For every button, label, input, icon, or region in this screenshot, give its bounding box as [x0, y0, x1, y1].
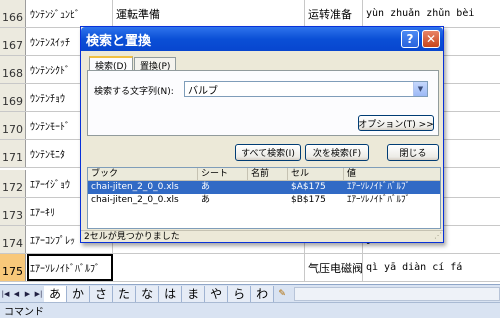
sheet-tab-na[interactable]: な	[136, 285, 160, 302]
result-sheet: あ	[201, 182, 211, 192]
status-text: コマンド	[4, 307, 44, 318]
horizontal-scrollbar[interactable]	[294, 286, 500, 301]
find-next-button[interactable]: 次を検索(F)	[305, 144, 369, 161]
help-button[interactable]: ?	[401, 30, 419, 48]
sheet-cell[interactable]: yùn zhuǎn zhǔn bèi	[363, 0, 500, 27]
result-sheet: あ	[201, 195, 211, 205]
resize-grip-icon[interactable]: ⋰	[434, 230, 442, 242]
result-value: ｴｱｰｿﾚﾉｲﾄﾞﾊﾞﾙﾌﾞ	[347, 195, 411, 205]
sheet-tab-ka[interactable]: か	[67, 285, 91, 302]
tab-replace[interactable]: 置換(P)	[133, 57, 177, 72]
result-cell: $A$175	[291, 182, 326, 192]
dialog-tabs: 検索(D) 置換(P)	[89, 56, 177, 72]
sheet-row: 175 ｴｱｰｿﾚﾉｲﾄﾞﾊﾞﾙﾌﾞ 气压电磁阀 qì yā diàn cí fá	[0, 254, 500, 282]
column-header-book[interactable]: ブック	[88, 168, 198, 181]
close-icon[interactable]: ✕	[422, 30, 440, 48]
find-what-value: バルブ	[188, 85, 218, 97]
result-row[interactable]: chai-jiten_2_0_0.xls あ $A$175 ｴｱｰｿﾚﾉｲﾄﾞﾊﾞﾙﾌ…	[88, 181, 440, 194]
dialog-status: 2セルが見つかりました ⋰	[81, 230, 443, 243]
tab-find[interactable]: 検索(D)	[89, 56, 133, 72]
row-header[interactable]: 171	[0, 140, 26, 167]
find-all-button[interactable]: すべて検索(I)	[235, 144, 301, 161]
find-replace-dialog: 検索と置換 ? ✕ 検索(D) 置換(P) 検索する文字列(N): バルブ ▼ …	[80, 26, 444, 243]
insert-sheet-icon[interactable]: ✎	[274, 287, 290, 301]
result-book: chai-jiten_2_0_0.xls	[91, 182, 179, 192]
result-value: ｴｱｰｿﾚﾉｲﾄﾞﾊﾞﾙﾌﾞ	[347, 182, 411, 192]
column-header-sheet[interactable]: シート	[198, 168, 248, 181]
sheet-tab-ta[interactable]: た	[113, 285, 137, 302]
row-header[interactable]: 172	[0, 170, 26, 197]
result-cell: $B$175	[291, 195, 326, 205]
dialog-title: 検索と置換	[86, 33, 152, 49]
sheet-cell[interactable]: 運転準備	[113, 0, 305, 27]
results-list: ブック シート 名前 セル 値 chai-jiten_2_0_0.xls あ $A$…	[87, 167, 441, 229]
find-what-label: 検索する文字列(N):	[94, 87, 174, 97]
row-header[interactable]: 166	[0, 0, 26, 27]
result-name	[248, 181, 288, 194]
sheet-row: 166 ｳﾝﾃﾝｼﾞｭﾝﾋﾞ 運転準備 运转准备 yùn zhuǎn zhǔn bèi	[0, 0, 500, 28]
row-header[interactable]: 168	[0, 56, 26, 83]
sheet-cell[interactable]: 气压电磁阀	[305, 254, 363, 281]
prev-sheet-button[interactable]: ◀	[11, 287, 22, 301]
result-book: chai-jiten_2_0_0.xls	[91, 195, 179, 205]
sheet-tab-ma[interactable]: ま	[182, 285, 206, 302]
sheet-cell[interactable]: qì yā diàn cí fá	[363, 254, 500, 281]
sheet-tab-ya[interactable]: や	[205, 285, 229, 302]
column-header-value[interactable]: 値	[344, 168, 440, 181]
sheet-tab-sa[interactable]: さ	[90, 285, 114, 302]
sheet-cell[interactable]: ｳﾝﾃﾝｼﾞｭﾝﾋﾞ	[27, 0, 113, 27]
sheet-cell[interactable]: ｴｱｰｿﾚﾉｲﾄﾞﾊﾞﾙﾌﾞ	[27, 254, 113, 281]
options-button[interactable]: オプション(T) >>	[358, 115, 434, 131]
sheet-tab-wa[interactable]: わ	[251, 285, 275, 302]
sheet-tab-a[interactable]: あ	[44, 285, 68, 302]
find-tab-panel: 検索する文字列(N): バルブ ▼ オプション(T) >>	[87, 70, 439, 136]
next-sheet-button[interactable]: ▶	[22, 287, 33, 301]
row-header[interactable]: 175	[0, 254, 26, 281]
row-header[interactable]: 170	[0, 112, 26, 139]
find-what-input[interactable]: バルブ ▼	[184, 81, 428, 97]
chevron-down-icon[interactable]: ▼	[413, 82, 427, 96]
row-header[interactable]: 174	[0, 226, 26, 253]
column-header-name[interactable]: 名前	[248, 168, 288, 181]
last-sheet-button[interactable]: ▶|	[33, 287, 44, 301]
row-header[interactable]: 169	[0, 84, 26, 111]
close-button[interactable]: 閉じる	[387, 144, 439, 161]
result-name	[248, 194, 288, 207]
sheet-tab-ha[interactable]: は	[159, 285, 183, 302]
sheet-cell[interactable]: 运转准备	[305, 0, 363, 27]
first-sheet-button[interactable]: |◀	[0, 287, 11, 301]
sheet-tab-strip: |◀ ◀ ▶ ▶| あ か さ た な は ま や ら わ ✎	[0, 284, 500, 302]
status-bar: コマンド	[0, 302, 500, 318]
result-row[interactable]: chai-jiten_2_0_0.xls あ $B$175 ｴｱｰｿﾚﾉｲﾄﾞﾊﾞﾙﾌ…	[88, 194, 440, 207]
row-header[interactable]: 167	[0, 28, 26, 55]
dialog-title-bar[interactable]: 検索と置換 ? ✕	[81, 27, 443, 51]
row-header[interactable]: 173	[0, 198, 26, 225]
sheet-tab-ra[interactable]: ら	[228, 285, 252, 302]
dialog-status-text: 2セルが見つかりました	[84, 232, 180, 242]
column-header-cell[interactable]: セル	[288, 168, 344, 181]
sheet-cell[interactable]	[113, 254, 305, 281]
results-header: ブック シート 名前 セル 値	[88, 168, 440, 181]
